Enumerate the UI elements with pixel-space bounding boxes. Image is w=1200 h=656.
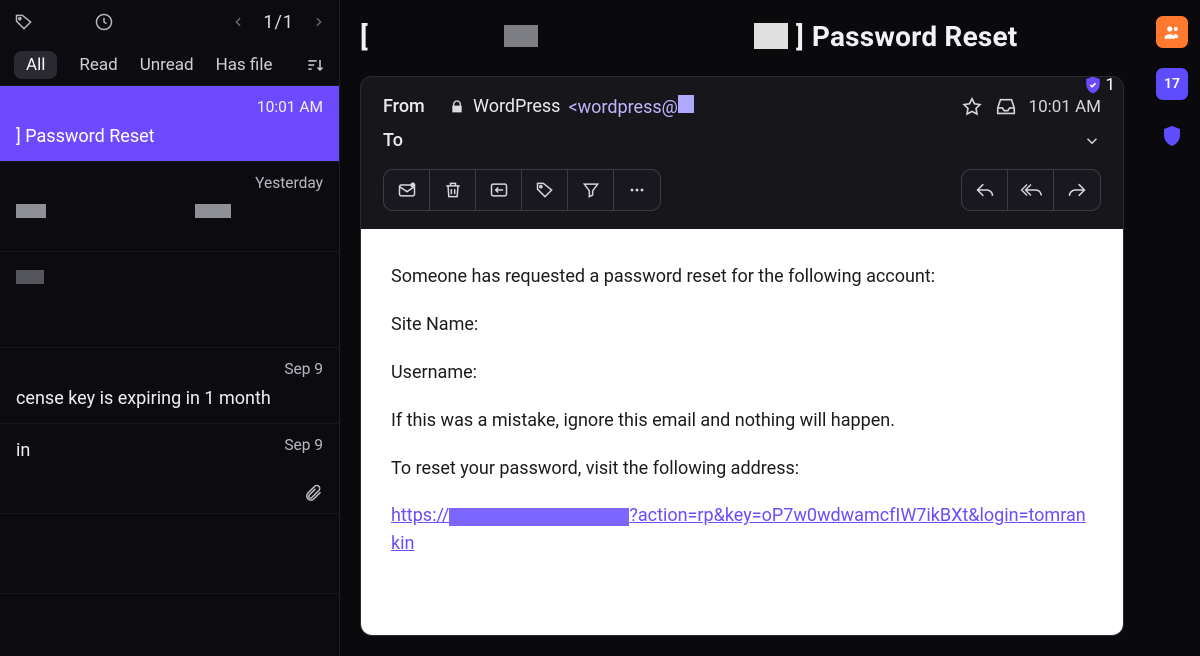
message-item[interactable]: Sep 9 cense key is expiring in 1 month xyxy=(0,348,339,424)
badge-count: 1 xyxy=(1105,76,1115,95)
message-subject: cense key is expiring in 1 month xyxy=(16,388,323,409)
prev-page-button[interactable] xyxy=(232,13,245,31)
sidebar-top-strip: 1/1 xyxy=(0,0,339,44)
label-button[interactable] xyxy=(522,170,568,210)
filter-read[interactable]: Read xyxy=(79,55,117,75)
calendar-icon[interactable]: 17 xyxy=(1156,68,1188,100)
filter-unread[interactable]: Unread xyxy=(140,55,194,75)
message-pager: 1/1 xyxy=(232,12,325,33)
to-label: To xyxy=(383,130,437,151)
reply-all-button[interactable] xyxy=(1008,170,1054,210)
shield-icon[interactable] xyxy=(1156,120,1188,152)
archive-button[interactable] xyxy=(476,170,522,210)
clock-icon[interactable] xyxy=(94,12,114,32)
from-line: From WordPress <wordpress@ 10:01 AM xyxy=(383,95,1101,118)
right-rail: 17 xyxy=(1144,0,1200,656)
mail-time: 10:01 AM xyxy=(1029,97,1101,117)
mail-viewer: [ ] Password Reset 1 From WordPress <wor… xyxy=(340,0,1144,656)
message-item[interactable] xyxy=(0,252,339,348)
message-subject xyxy=(16,202,323,223)
sort-icon[interactable] xyxy=(305,55,325,75)
mail-title-text: Password Reset xyxy=(812,20,1018,53)
mail-header: From WordPress <wordpress@ 10:01 AM xyxy=(361,77,1123,157)
sender: WordPress <wordpress@ xyxy=(449,95,694,118)
next-page-button[interactable] xyxy=(312,13,325,31)
contacts-icon[interactable] xyxy=(1156,16,1188,48)
inbox-icon[interactable] xyxy=(995,96,1017,118)
expand-to[interactable] xyxy=(1083,132,1101,150)
message-item[interactable]: Yesterday xyxy=(0,162,339,252)
message-item[interactable]: 10:01 AM ] Password Reset xyxy=(0,86,339,162)
message-date: Sep 9 xyxy=(284,360,323,378)
action-group-right xyxy=(961,169,1101,211)
reply-button[interactable] xyxy=(962,170,1008,210)
body-line: To reset your password, visit the follow… xyxy=(391,455,1093,483)
trash-button[interactable] xyxy=(430,170,476,210)
message-list-sidebar: 1/1 All Read Unread Has file 10:01 AM ] … xyxy=(0,0,340,656)
verified-badge: 1 xyxy=(1083,76,1115,95)
mail-title-row: [ ] Password Reset xyxy=(340,0,1144,64)
forward-button[interactable] xyxy=(1054,170,1100,210)
filter-row: All Read Unread Has file xyxy=(0,44,339,86)
body-line: If this was a mistake, ignore this email… xyxy=(391,407,1093,435)
tag-icon[interactable] xyxy=(14,12,34,32)
header-right: 10:01 AM xyxy=(961,96,1101,118)
message-date: 10:01 AM xyxy=(257,98,323,116)
reset-link[interactable]: https://?action=rp&key=oP7w0wdwamcfIW7ik… xyxy=(391,505,1086,554)
mail-title: [ ] Password Reset xyxy=(360,20,1017,53)
message-subject xyxy=(16,268,323,289)
more-button[interactable] xyxy=(614,170,660,210)
message-item[interactable] xyxy=(0,514,339,594)
sender-name: WordPress xyxy=(473,96,560,117)
mail-card: 1 From WordPress <wordpress@ 10:01 A xyxy=(360,76,1124,636)
page-indicator: 1/1 xyxy=(263,12,294,33)
mail-body: Someone has requested a password reset f… xyxy=(361,229,1123,635)
mark-unread-button[interactable] xyxy=(384,170,430,210)
body-line: Username: xyxy=(391,359,1093,387)
mail-toolbar xyxy=(361,157,1123,229)
from-label: From xyxy=(383,96,437,117)
filter-hasfile[interactable]: Has file xyxy=(216,55,273,75)
to-line: To xyxy=(383,130,1101,151)
star-icon[interactable] xyxy=(961,96,983,118)
action-group-left xyxy=(383,169,661,211)
attachment-icon xyxy=(303,483,323,503)
message-date: Sep 9 xyxy=(284,436,323,454)
message-subject: in xyxy=(16,440,323,461)
message-list: 10:01 AM ] Password Reset Yesterday Sep … xyxy=(0,86,339,656)
message-item[interactable]: Sep 9 in xyxy=(0,424,339,514)
message-date: Yesterday xyxy=(255,174,323,192)
sender-address: <wordpress@ xyxy=(568,95,693,118)
filter-all[interactable]: All xyxy=(14,51,57,79)
message-subject: ] Password Reset xyxy=(16,126,323,147)
body-line: Someone has requested a password reset f… xyxy=(391,263,1093,291)
filter-button[interactable] xyxy=(568,170,614,210)
body-line: Site Name: xyxy=(391,311,1093,339)
lock-icon xyxy=(449,99,465,115)
